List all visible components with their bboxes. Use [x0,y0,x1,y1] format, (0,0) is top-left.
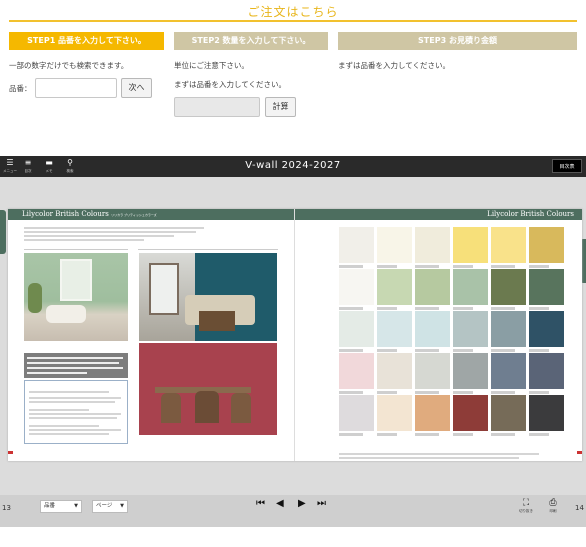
print-button[interactable]: ⎙ 印刷 [543,498,563,514]
chevron-down-icon: ▼ [74,503,78,509]
next-button[interactable]: 次へ [121,78,152,98]
color-swatch [415,227,450,268]
prev-page-icon[interactable]: ◀ [276,498,284,509]
color-swatch [453,395,488,436]
book-spine [294,209,295,461]
catalog-viewer: ☰ メニュー ≡ 目次 ▬ メモ ⚲ 検索 V-wall 2024-2027 目… [0,156,586,527]
product-select[interactable]: 品番 ▼ [40,500,82,513]
step3-prompt: まずは品番を入力してください。 [338,61,451,70]
next-page-icon[interactable]: ▶ [298,498,306,509]
color-swatch [529,311,564,352]
color-swatch [453,353,488,394]
page-marker [577,451,582,454]
order-title: ご注文はこちら [247,5,339,19]
info-banner [24,353,128,378]
color-swatch [377,353,412,394]
color-swatch [339,227,374,268]
color-swatch [339,353,374,394]
caption-line [138,249,278,250]
color-swatch [415,311,450,352]
color-swatch [453,227,488,268]
page-number-right: 14 [575,504,584,512]
swatch-code [339,432,374,437]
color-swatch [491,353,526,394]
step1-note: 一部の数字だけでも検索できます。 [9,61,129,70]
color-swatch [491,311,526,352]
color-swatch [491,395,526,436]
step3-header: STEP3 お見積り金額 [338,32,577,50]
viewer-title: V-wall 2024-2027 [245,160,341,171]
viewer-toolbar: ☰ メニュー ≡ 目次 ▬ メモ ⚲ 検索 V-wall 2024-2027 目… [0,156,586,177]
color-swatch [377,269,412,310]
color-swatch [529,227,564,268]
color-swatch [377,311,412,352]
color-swatch [453,311,488,352]
notes-box [24,380,128,444]
left-side-tab[interactable] [0,210,6,254]
color-swatch [453,269,488,310]
calculate-button[interactable]: 計算 [265,97,296,117]
toc-button[interactable]: 目次表 [552,159,582,173]
product-code-input[interactable] [35,78,117,98]
order-form: ご注文はこちら STEP1 品番を入力して下さい。 STEP2 数量を入力して下… [0,0,586,150]
viewer-bottom-bar: 13 品番 ▼ ページ ▼ ⏮ ◀ ▶ ⏭ ⛶ 切り抜き ⎙ 印刷 14 [0,495,586,527]
crop-icon: ⛶ [522,498,530,508]
crop-button[interactable]: ⛶ 切り抜き [516,498,536,514]
color-swatch [529,395,564,436]
room-photo-teal [139,253,277,341]
step2-note: 単位にご注意下さい。 [174,61,249,70]
body-text-line [24,239,144,241]
title-rule [9,20,577,22]
product-code-label: 品番： [9,84,32,93]
caption-line [24,249,128,250]
color-swatch [415,395,450,436]
step2-header: STEP2 数量を入力して下さい。 [174,32,328,50]
color-swatch [415,269,450,310]
body-text-line [24,227,204,229]
color-swatch [491,269,526,310]
left-page-header: Lilycolor British Colours リリカラ ブリティッシュカラ… [8,209,295,220]
color-swatch [339,395,374,436]
color-swatch [377,395,412,436]
page-marker [8,451,13,454]
color-swatch [339,311,374,352]
body-text-line [24,231,196,233]
first-page-icon[interactable]: ⏮ [256,498,265,509]
swatch-code [377,432,412,437]
swatch-code [491,432,526,437]
swatch-code [453,432,488,437]
page-select[interactable]: ページ ▼ [92,500,128,513]
right-brand: Lilycolor British Colours [487,210,574,218]
room-photo-red [139,343,277,435]
color-swatch [529,269,564,310]
color-swatch [415,353,450,394]
footnote-line [339,457,519,459]
footnote-line [339,453,539,455]
right-page-header: Lilycolor British Colours [295,209,582,220]
left-brand: Lilycolor British Colours [22,210,109,218]
quantity-input[interactable] [174,97,260,117]
swatch-code [415,432,450,437]
print-icon: ⎙ [549,498,557,508]
chevron-down-icon: ▼ [120,503,124,509]
last-page-icon[interactable]: ⏭ [317,498,326,509]
page-number-left: 13 [2,504,11,512]
book-spread: Lilycolor British Colours リリカラ ブリティッシュカラ… [8,209,582,461]
color-swatch [491,227,526,268]
color-swatch [529,353,564,394]
swatch-code [529,432,564,437]
color-swatch [339,269,374,310]
step1-header: STEP1 品番を入力して下さい。 [9,32,164,50]
step2-prompt: まずは品番を入力してください。 [174,80,287,89]
body-text-line [24,235,174,237]
room-photo-sage [24,253,128,341]
color-swatch [377,227,412,268]
